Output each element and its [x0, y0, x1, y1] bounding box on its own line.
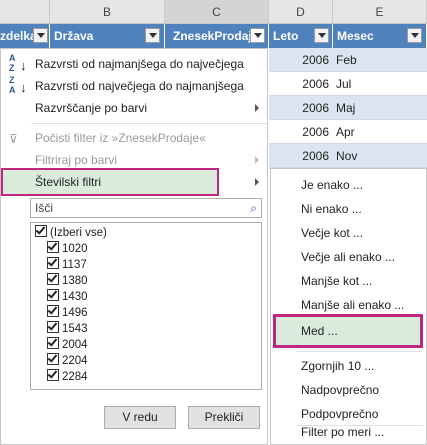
search-input[interactable]: Išči ⌕ [30, 198, 262, 218]
list-item[interactable]: 1020 [47, 241, 88, 257]
submenu-item-custom-filter[interactable]: Filter po meri ... [301, 421, 384, 443]
submenu-arrow-icon [255, 156, 259, 164]
filter-dropdown-icon[interactable] [314, 28, 329, 43]
filter-dropdown-icon[interactable] [33, 28, 48, 43]
list-item[interactable]: 1496 [47, 305, 88, 321]
checkbox-checked-icon[interactable] [47, 337, 59, 349]
table-header-cell: Država [50, 24, 165, 48]
checkbox-checked-icon[interactable] [47, 321, 59, 333]
column-header-b[interactable]: B [50, 0, 165, 24]
table-cell[interactable]: 2006 [269, 96, 333, 120]
menu-item-clear-filter: ⊽ Počisti filter iz »ZnesekProdaje« [1, 127, 267, 149]
submenu-item-between[interactable]: Med ... [301, 320, 338, 342]
submenu-item-equals[interactable]: Je enako ... [301, 174, 363, 196]
list-item[interactable]: 1380 [47, 273, 88, 289]
header-label-leto: Leto [273, 29, 299, 43]
menu-separator [297, 351, 423, 352]
table-header-cell: ZnesekProdaje [165, 24, 269, 48]
header-label-mesec: Mesec [337, 29, 374, 43]
values-checklist: (Izberi vse) 1020 1137 1380 1430 1496 15… [30, 222, 262, 390]
column-header-c[interactable]: C [165, 0, 269, 24]
ok-button[interactable]: V redu [104, 406, 176, 429]
search-icon: ⌕ [250, 201, 257, 215]
filter-dropdown-icon-active[interactable] [250, 28, 265, 43]
between-highlight [273, 314, 423, 348]
submenu-item-less-than[interactable]: Manjše kot ... [301, 270, 372, 292]
table-cell[interactable] [269, 144, 273, 145]
list-item[interactable]: 2004 [47, 337, 88, 353]
number-filters-submenu: Je enako ... Ni enako ... Večje kot ... … [270, 168, 427, 445]
checkbox-checked-icon[interactable] [47, 289, 59, 301]
table-cell[interactable]: 2006 [269, 72, 333, 96]
table-header-cell: Mesec [333, 24, 427, 48]
cancel-button[interactable]: Prekliči [188, 406, 260, 429]
submenu-item-not-equals[interactable]: Ni enako ... [301, 198, 362, 220]
header-label-a: zdelka [0, 29, 37, 43]
list-item[interactable]: 1137 [47, 257, 87, 273]
list-item[interactable]: (Izberi vse) [35, 225, 107, 241]
header-label-drzava: Država [54, 29, 94, 43]
checkbox-checked-icon[interactable] [47, 273, 59, 285]
table-cell[interactable]: Nov [333, 144, 427, 168]
list-item[interactable]: 1430 [47, 289, 88, 305]
submenu-arrow-icon [255, 178, 259, 186]
submenu-item-less-or-equal[interactable]: Manjše ali enako ... [301, 294, 404, 316]
table-cell[interactable]: 2006 [269, 120, 333, 144]
checkbox-checked-icon[interactable] [47, 305, 59, 317]
checkbox-checked-icon[interactable] [47, 369, 59, 381]
table-header-cell: Leto [269, 24, 333, 48]
checkbox-checked-icon[interactable] [47, 257, 59, 269]
filter-dropdown-icon[interactable] [145, 28, 160, 43]
menu-separator [31, 123, 267, 124]
table-cell[interactable]: Maj [333, 96, 427, 120]
table-cell[interactable]: Apr [333, 120, 427, 144]
submenu-item-above-average[interactable]: Nadpovprečno [301, 379, 379, 401]
list-item[interactable]: 1543 [47, 321, 88, 337]
checkbox-checked-icon[interactable] [35, 225, 47, 237]
submenu-item-top-10[interactable]: Zgornjih 10 ... [301, 355, 374, 377]
table-cell[interactable]: Jul [333, 72, 427, 96]
table-cell[interactable]: 2006 [269, 144, 333, 168]
checkbox-checked-icon[interactable] [47, 353, 59, 365]
sort-descending-icon: ZA [9, 75, 16, 95]
submenu-item-greater-than[interactable]: Večje kot ... [301, 222, 363, 244]
clear-filter-icon: ⊽ [9, 132, 18, 146]
checkbox-checked-icon[interactable] [47, 241, 59, 253]
header-label-znesek: ZnesekProdaje [173, 29, 259, 43]
sort-ascending-icon: AZ [9, 53, 16, 73]
table-cell[interactable]: Feb [333, 48, 427, 72]
submenu-arrow-icon [255, 104, 259, 112]
list-item[interactable]: 2284 [47, 369, 88, 385]
menu-item-number-filters[interactable]: Številski filtri [1, 171, 267, 193]
menu-item-sort-by-color[interactable]: Razvrščanje po barvi [1, 97, 267, 119]
table-header-cell: zdelka [0, 24, 50, 48]
column-header-e[interactable]: E [333, 0, 427, 24]
filter-dropdown-icon[interactable] [407, 28, 422, 43]
menu-item-sort-descending[interactable]: ZA ↓ Razvrsti od največjega do najmanjše… [1, 75, 267, 97]
list-item[interactable]: 2204 [47, 353, 88, 369]
menu-item-sort-ascending[interactable]: AZ ↓ Razvrsti od najmanjšega do največje… [1, 53, 267, 75]
table-cell[interactable]: 2006 [269, 48, 333, 72]
column-header-d[interactable]: D [269, 0, 333, 24]
column-header-a[interactable] [0, 0, 50, 24]
submenu-item-greater-or-equal[interactable]: Večje ali enako ... [301, 246, 395, 268]
